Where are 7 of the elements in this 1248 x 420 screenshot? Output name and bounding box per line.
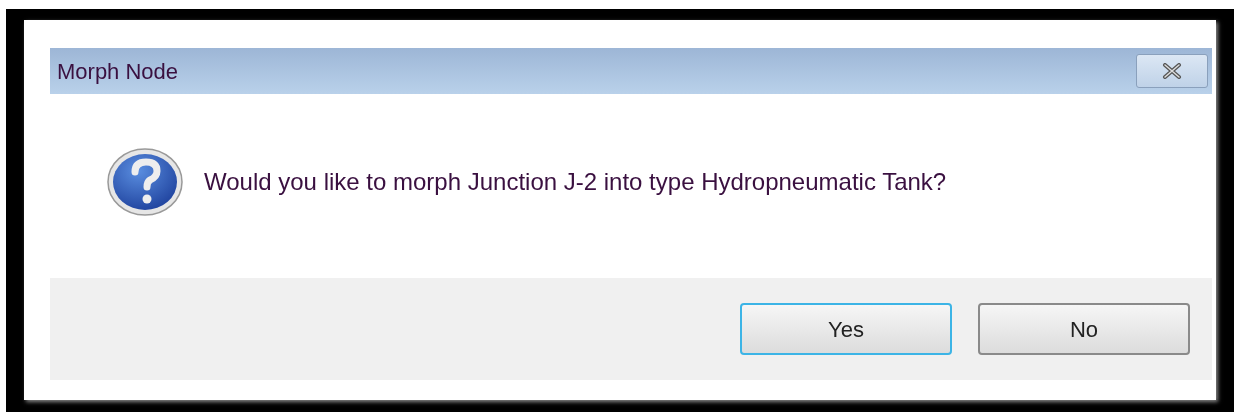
close-button[interactable]: [1136, 54, 1208, 88]
dialog-button[interactable]: No: [978, 303, 1190, 355]
close-icon: [1161, 63, 1183, 79]
window-title: Morph Node: [57, 57, 179, 86]
message-text: Would you like to morph Junction J-2 into type Hydropneumatic Tank?: [204, 167, 947, 197]
dialog-button[interactable]: Yes: [740, 303, 952, 355]
question-icon: [106, 148, 184, 216]
